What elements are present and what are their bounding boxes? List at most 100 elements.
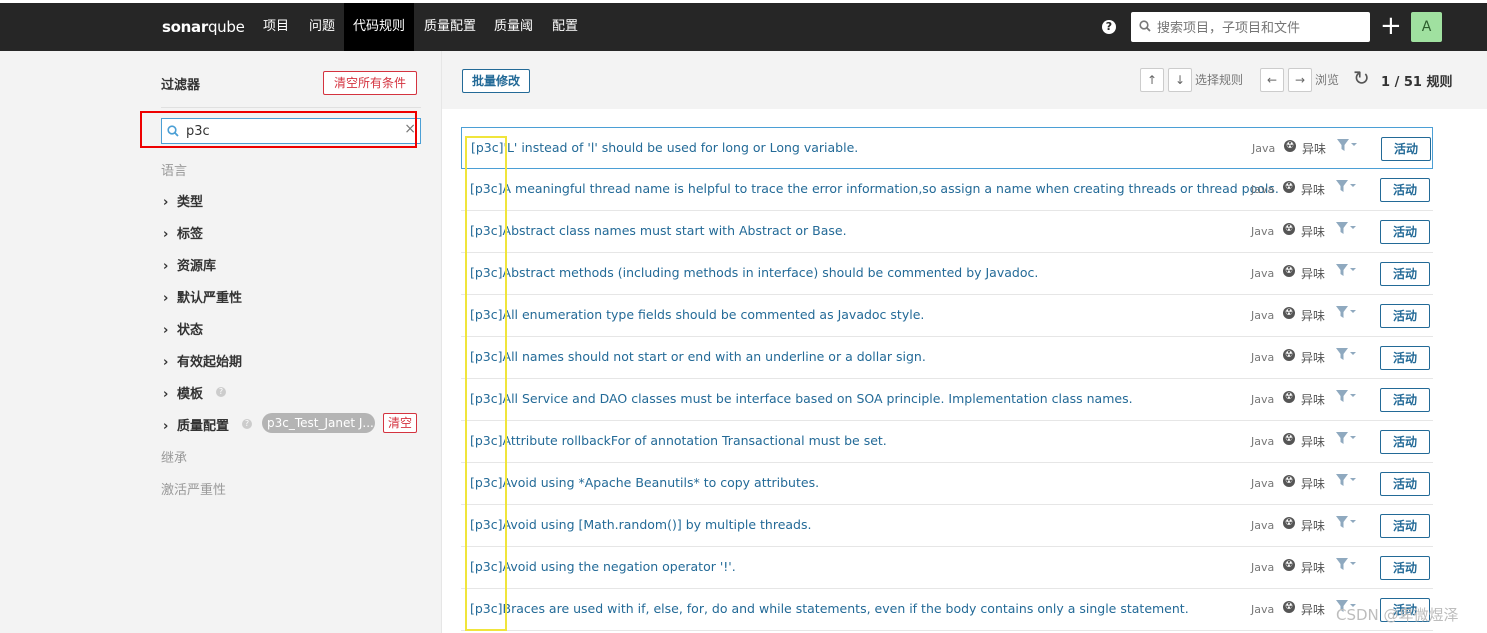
help-icon[interactable]: ? — [216, 387, 226, 397]
facet-tags[interactable]: › 标签 — [163, 223, 203, 242]
filter-similar-icon[interactable] — [1335, 305, 1357, 319]
code-smell-icon: ☢ — [1283, 475, 1295, 487]
rule-active-button[interactable]: 活动 — [1380, 304, 1430, 328]
help-icon[interactable]: ? — [242, 419, 252, 429]
rule-row[interactable]: [p3c]Abstract class names must start wit… — [461, 211, 1433, 253]
filter-similar-icon[interactable] — [1335, 263, 1357, 277]
quality-profile-chip[interactable]: p3c_Test_Janet J... — [262, 413, 375, 433]
clear-all-filters-button[interactable]: 清空所有条件 — [323, 71, 418, 95]
rule-type: 异味 — [1301, 393, 1326, 407]
chevron-right-icon: › — [163, 195, 169, 210]
rule-row[interactable]: [p3c]Braces are used with if, else, for,… — [461, 589, 1433, 631]
nav-quality-profiles[interactable]: 质量配置 — [424, 3, 476, 51]
nav-rules[interactable]: 代码规则 — [344, 3, 415, 51]
help-icon[interactable]: ? — [1102, 20, 1116, 34]
facet-quality-profile[interactable]: › 质量配置 — [163, 415, 229, 434]
facet-type[interactable]: › 类型 — [163, 191, 203, 210]
rule-language: Java — [1251, 351, 1275, 364]
facet-inheritance[interactable]: 继承 — [161, 447, 187, 466]
filters-title: 过滤器 — [161, 78, 201, 93]
global-search-input[interactable] — [1155, 17, 1364, 39]
rule-type: 异味 — [1301, 519, 1326, 533]
rule-title-link[interactable]: [p3c]Avoid using *Apache Beanutils* to c… — [470, 475, 819, 490]
rule-title-link[interactable]: [p3c]All Service and DAO classes must be… — [470, 391, 1133, 406]
rule-title-link[interactable]: [p3c]Braces are used with if, else, for,… — [470, 601, 1189, 616]
facet-default-severity[interactable]: › 默认严重性 — [163, 287, 242, 306]
filter-similar-icon[interactable] — [1335, 179, 1357, 193]
rule-row[interactable]: [p3c]All Service and DAO classes must be… — [461, 379, 1433, 421]
code-smell-icon: ☢ — [1283, 517, 1295, 529]
plus-icon[interactable]: + — [1380, 11, 1402, 41]
filter-similar-icon[interactable] — [1335, 221, 1357, 235]
quality-profile-clear-button[interactable]: 清空 — [383, 413, 418, 433]
rule-row[interactable]: [p3c]All names should not start or end w… — [461, 337, 1433, 379]
facet-active-severity[interactable]: 激活严重性 — [161, 479, 226, 498]
browse-right-button[interactable]: → — [1288, 68, 1312, 92]
filter-similar-icon[interactable] — [1335, 557, 1357, 571]
select-rule-hint: 选择规则 — [1195, 73, 1244, 87]
nav-quality-gates[interactable]: 质量阈 — [494, 3, 533, 51]
filter-similar-icon[interactable] — [1335, 347, 1357, 361]
avatar[interactable]: A — [1411, 12, 1442, 42]
chevron-right-icon: › — [163, 291, 169, 306]
rule-title-link[interactable]: [p3c]All names should not start or end w… — [470, 349, 926, 364]
filter-similar-icon[interactable] — [1335, 515, 1357, 529]
filter-similar-icon[interactable] — [1336, 138, 1358, 152]
rule-title-link[interactable]: [p3c]Abstract class names must start wit… — [470, 223, 847, 238]
nav-projects[interactable]: 项目 — [263, 3, 289, 51]
logo-text-bold: sonar — [162, 18, 208, 36]
select-down-button[interactable]: ↓ — [1168, 68, 1192, 92]
rule-title-link[interactable]: [p3c]Avoid using [Math.random()] by mult… — [470, 517, 811, 532]
rule-row[interactable]: [p3c]Avoid using *Apache Beanutils* to c… — [461, 463, 1433, 505]
rule-row[interactable]: [p3c]'L' instead of 'l' should be used f… — [461, 127, 1433, 169]
rule-active-button[interactable]: 活动 — [1381, 137, 1431, 161]
browse-hint: 浏览 — [1315, 73, 1340, 87]
rule-row[interactable]: [p3c]A meaningful thread name is helpful… — [461, 169, 1433, 211]
select-up-button[interactable]: ↑ — [1140, 68, 1164, 92]
rule-active-button[interactable]: 活动 — [1380, 472, 1430, 496]
rule-row[interactable]: [p3c]Avoid using the negation operator '… — [461, 547, 1433, 589]
rule-title-link[interactable]: [p3c]Attribute rollbackFor of annotation… — [470, 433, 887, 448]
facet-tags-label: 标签 — [177, 227, 204, 242]
rule-row[interactable]: [p3c]All enumeration type fields should … — [461, 295, 1433, 337]
rule-type: 异味 — [1301, 183, 1326, 197]
rule-language: Java — [1251, 519, 1275, 532]
rule-row[interactable]: [p3c]Avoid using [Math.random()] by mult… — [461, 505, 1433, 547]
rule-title-link[interactable]: [p3c]'L' instead of 'l' should be used f… — [471, 140, 858, 155]
chevron-right-icon: › — [163, 387, 169, 402]
rule-title-link[interactable]: [p3c]Avoid using the negation operator '… — [470, 559, 736, 574]
filter-similar-icon[interactable] — [1335, 431, 1357, 445]
rule-language: Java — [1251, 309, 1275, 322]
filter-similar-icon[interactable] — [1335, 473, 1357, 487]
rule-active-button[interactable]: 活动 — [1380, 556, 1430, 580]
facet-repository[interactable]: › 资源库 — [163, 255, 216, 274]
rule-active-button[interactable]: 活动 — [1380, 430, 1430, 454]
bulk-change-button[interactable]: 批量修改 — [462, 69, 531, 93]
reload-icon[interactable]: ↻ — [1353, 66, 1370, 90]
rule-title-link[interactable]: [p3c]All enumeration type fields should … — [470, 307, 924, 322]
facet-template[interactable]: › 模板 — [163, 383, 203, 402]
facet-type-label: 类型 — [177, 195, 204, 210]
facet-language[interactable]: 语言 — [161, 160, 187, 179]
rule-type: 异味 — [1301, 561, 1326, 575]
rule-active-button[interactable]: 活动 — [1380, 388, 1430, 412]
sonarqube-logo[interactable]: sonarqube — [162, 18, 245, 36]
filter-similar-icon[interactable] — [1335, 389, 1357, 403]
rule-active-button[interactable]: 活动 — [1380, 262, 1430, 286]
rule-title-link[interactable]: [p3c]A meaningful thread name is helpful… — [470, 181, 1279, 196]
rules-count: 1 / 51 规则 — [1381, 75, 1453, 90]
browse-left-button[interactable]: ← — [1260, 68, 1284, 92]
rule-active-button[interactable]: 活动 — [1380, 514, 1430, 538]
code-smell-icon: ☢ — [1283, 559, 1295, 571]
nav-issues[interactable]: 问题 — [309, 3, 335, 51]
facet-available-since[interactable]: › 有效起始期 — [163, 351, 242, 370]
rule-active-button[interactable]: 活动 — [1380, 346, 1430, 370]
global-search[interactable] — [1131, 12, 1370, 42]
rule-title-link[interactable]: [p3c]Abstract methods (including methods… — [470, 265, 1038, 280]
rule-active-button[interactable]: 活动 — [1380, 178, 1430, 202]
rule-row[interactable]: [p3c]Attribute rollbackFor of annotation… — [461, 421, 1433, 463]
facet-status[interactable]: › 状态 — [163, 319, 203, 338]
rule-row[interactable]: [p3c]Abstract methods (including methods… — [461, 253, 1433, 295]
nav-administration[interactable]: 配置 — [552, 3, 578, 51]
rule-active-button[interactable]: 活动 — [1380, 220, 1430, 244]
